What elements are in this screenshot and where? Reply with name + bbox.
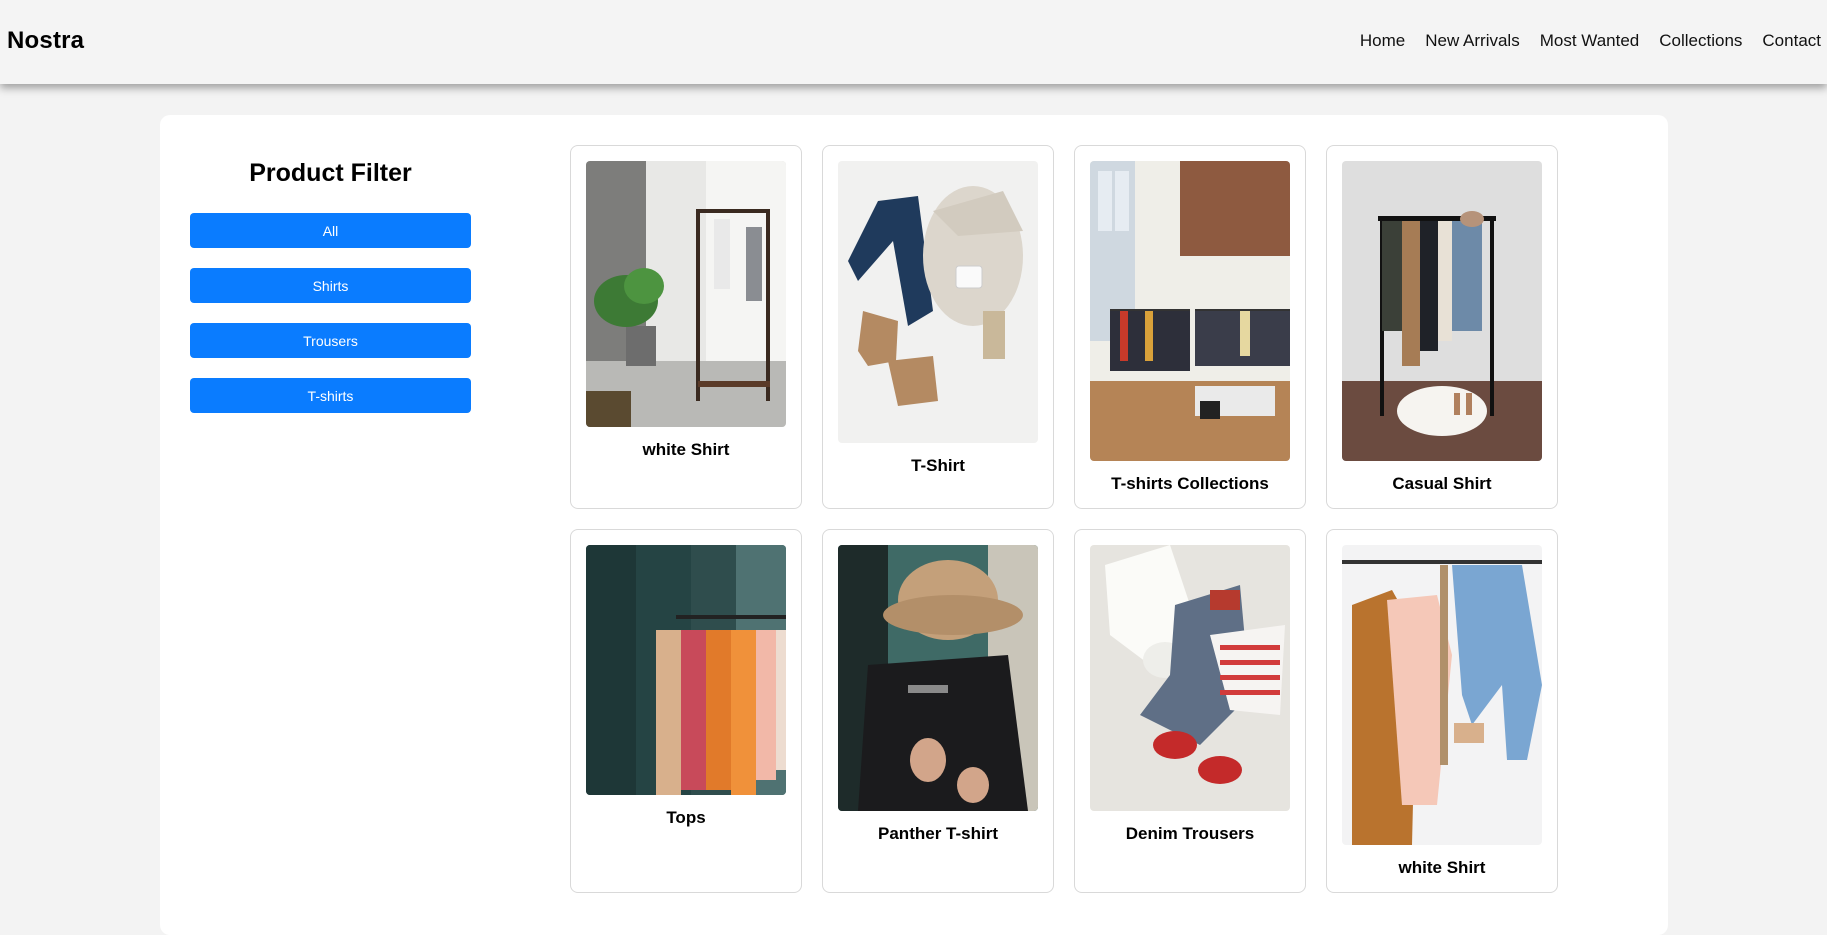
product-image xyxy=(586,545,786,795)
filter-shirts-button[interactable]: Shirts xyxy=(190,268,471,303)
product-card[interactable]: T-shirts Collections xyxy=(1074,145,1306,509)
product-image xyxy=(838,545,1038,811)
product-card[interactable]: Denim Trousers xyxy=(1074,529,1306,893)
filter-trousers-button[interactable]: Trousers xyxy=(190,323,471,358)
product-image xyxy=(1090,545,1290,811)
nav-contact[interactable]: Contact xyxy=(1762,31,1821,51)
product-card[interactable]: white Shirt xyxy=(1326,529,1558,893)
product-card[interactable]: white Shirt xyxy=(570,145,802,509)
product-image xyxy=(1342,545,1542,845)
product-card[interactable]: Tops xyxy=(570,529,802,893)
product-filter-sidebar: Product Filter All Shirts Trousers T-shi… xyxy=(190,159,471,433)
nav-most-wanted[interactable]: Most Wanted xyxy=(1540,31,1640,51)
filter-title: Product Filter xyxy=(249,159,412,187)
product-title: Panther T-shirt xyxy=(878,824,998,843)
nav-new-arrivals[interactable]: New Arrivals xyxy=(1425,31,1519,51)
main-nav: Home New Arrivals Most Wanted Collection… xyxy=(1340,31,1821,51)
nav-home[interactable]: Home xyxy=(1360,31,1405,51)
content-panel: Product Filter All Shirts Trousers T-shi… xyxy=(160,115,1668,935)
filter-all-button[interactable]: All xyxy=(190,213,471,248)
brand-logo[interactable]: Nostra xyxy=(7,27,84,55)
top-navbar: Nostra Home New Arrivals Most Wanted Col… xyxy=(0,0,1827,84)
product-card[interactable]: Panther T-shirt xyxy=(822,529,1054,893)
nav-collections[interactable]: Collections xyxy=(1659,31,1742,51)
product-title: white Shirt xyxy=(642,440,730,459)
product-card[interactable]: Casual Shirt xyxy=(1326,145,1558,509)
product-title: Tops xyxy=(666,808,706,827)
product-card[interactable]: T-Shirt xyxy=(822,145,1054,509)
product-title: Casual Shirt xyxy=(1392,474,1492,493)
product-grid: white Shirt T-Shirt T-shirts Collections… xyxy=(570,145,1558,893)
product-image xyxy=(586,161,786,427)
product-image xyxy=(838,161,1038,443)
product-title: T-Shirt xyxy=(911,456,965,475)
product-image xyxy=(1342,161,1542,461)
product-image xyxy=(1090,161,1290,461)
product-title: T-shirts Collections xyxy=(1111,474,1269,493)
filter-tshirts-button[interactable]: T-shirts xyxy=(190,378,471,413)
product-title: Denim Trousers xyxy=(1125,824,1255,843)
product-title: white Shirt xyxy=(1398,858,1486,877)
